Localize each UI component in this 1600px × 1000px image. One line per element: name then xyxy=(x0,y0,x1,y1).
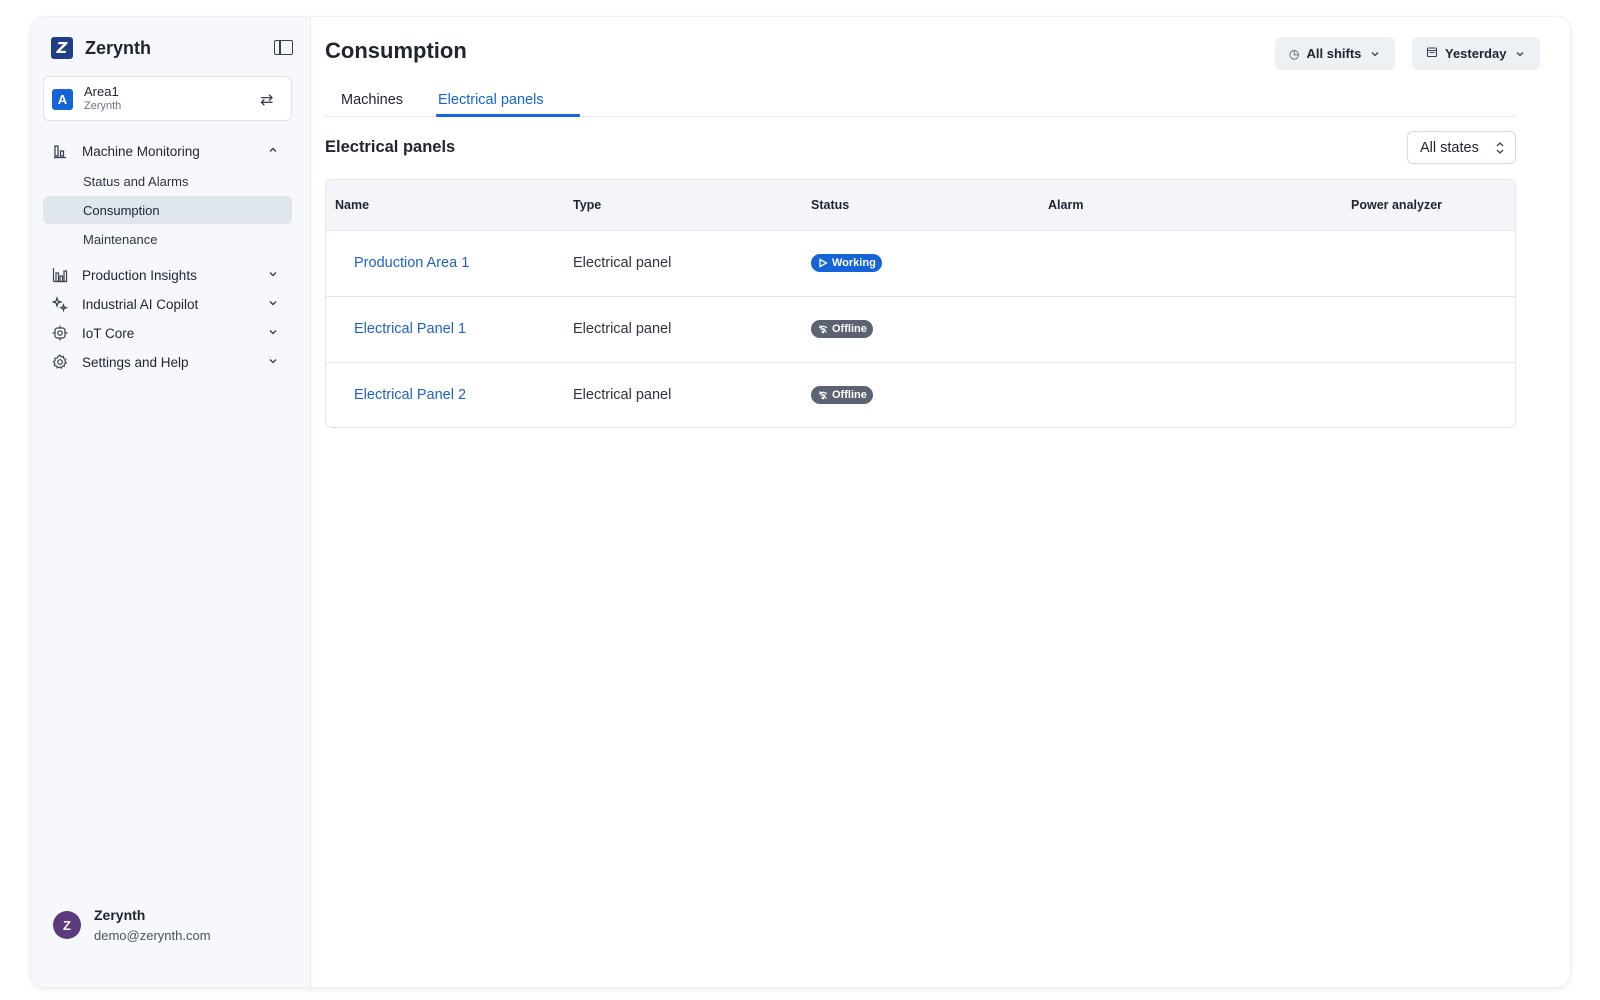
play-icon xyxy=(819,258,828,268)
column-header-status[interactable]: Status xyxy=(811,198,849,212)
column-header-power-analyzer[interactable]: Power analyzer xyxy=(1351,198,1442,212)
nav-machine-monitoring[interactable]: Machine Monitoring xyxy=(43,138,292,164)
column-header-name[interactable]: Name xyxy=(335,198,369,212)
nav-item-label: Consumption xyxy=(83,203,160,218)
chevron-down-icon[interactable] xyxy=(266,325,280,339)
nav-item-maintenance[interactable]: Maintenance xyxy=(43,225,292,253)
column-header-alarm[interactable]: Alarm xyxy=(1048,198,1083,212)
shift-filter-button[interactable]: ◷ All shifts xyxy=(1275,37,1396,70)
table-row[interactable]: Electrical Panel 2 Electrical panel Offl… xyxy=(326,363,1515,427)
state-filter-value: All states xyxy=(1420,140,1479,156)
clock-icon: ◷ xyxy=(1289,46,1300,61)
nav-label: Industrial AI Copilot xyxy=(82,296,199,312)
page-title: Consumption xyxy=(325,38,467,63)
brand-name: Zerynth xyxy=(85,37,152,58)
section-title: Electrical panels xyxy=(325,138,456,156)
status-badge: Offline xyxy=(811,320,873,338)
panel-name-link[interactable]: Electrical Panel 2 xyxy=(354,387,466,403)
electrical-panels-table: Name Type Status Alarm Power analyzer Pr… xyxy=(325,179,1516,428)
panel-name-link[interactable]: Electrical Panel 1 xyxy=(354,321,466,337)
status-label: Offline xyxy=(832,323,867,335)
sparkles-icon xyxy=(52,296,68,312)
table-header: Name Type Status Alarm Power analyzer xyxy=(326,180,1515,231)
chevron-down-icon xyxy=(1516,51,1524,56)
nav-label: Production Insights xyxy=(82,267,197,283)
nav-settings-and-help[interactable]: Settings and Help xyxy=(43,349,292,375)
nav-production-insights[interactable]: Production Insights xyxy=(43,262,292,288)
wifi-off-icon xyxy=(818,391,828,400)
table-row[interactable]: Production Area 1 Electrical panel Worki… xyxy=(326,231,1515,297)
brand[interactable]: Z Zerynth xyxy=(51,37,291,59)
area-org: Zerynth xyxy=(84,100,122,112)
nav-item-consumption[interactable]: Consumption xyxy=(43,196,292,224)
wifi-off-icon xyxy=(818,325,828,334)
shift-filter-label: All shifts xyxy=(1306,46,1362,61)
chevron-up-down-icon xyxy=(1496,142,1504,154)
chevron-down-icon[interactable] xyxy=(266,296,280,310)
nav-item-status-and-alarms[interactable]: Status and Alarms xyxy=(43,167,292,195)
gear-icon xyxy=(52,354,68,370)
nav-item-label: Maintenance xyxy=(83,232,158,247)
table-row[interactable]: Electrical Panel 1 Electrical panel Offl… xyxy=(326,297,1515,363)
active-tab-indicator xyxy=(436,114,580,117)
status-label: Offline xyxy=(832,389,867,401)
sidebar: Z Zerynth A Area1 Zerynth ⇄ Machine Moni… xyxy=(31,17,311,987)
chevron-down-icon[interactable] xyxy=(266,267,280,281)
chevron-down-icon xyxy=(1371,51,1379,56)
nav-industrial-ai-copilot[interactable]: Industrial AI Copilot xyxy=(43,291,292,317)
user-name: Zerynth xyxy=(94,907,146,923)
panel-type: Electrical panel xyxy=(573,321,672,337)
avatar: Z xyxy=(53,911,81,939)
tab-electrical-panels[interactable]: Electrical panels xyxy=(438,92,544,108)
zerynth-logo-icon: Z xyxy=(51,37,73,59)
nav-item-label: Status and Alarms xyxy=(83,174,189,189)
app-window: Z Zerynth A Area1 Zerynth ⇄ Machine Moni… xyxy=(31,17,1570,987)
nav-label: Machine Monitoring xyxy=(82,143,200,159)
area-avatar: A xyxy=(52,89,73,110)
nav-label: IoT Core xyxy=(82,325,135,341)
main-content: Consumption ◷ All shifts Yesterday Machi… xyxy=(311,17,1570,987)
status-label: Working xyxy=(832,257,876,269)
chip-icon xyxy=(52,325,68,341)
date-filter-button[interactable]: Yesterday xyxy=(1412,37,1541,70)
panel-type: Electrical panel xyxy=(573,387,672,403)
status-badge: Offline xyxy=(811,386,873,404)
user-email: demo@zerynth.com xyxy=(94,928,211,943)
nav-iot-core[interactable]: IoT Core xyxy=(43,320,292,346)
calendar-icon xyxy=(1426,46,1438,61)
nav-label: Settings and Help xyxy=(82,354,189,370)
sidebar-toggle-icon[interactable] xyxy=(274,40,293,55)
bar-chart-icon xyxy=(52,143,68,159)
area-name: Area1 xyxy=(84,84,119,99)
area-switcher[interactable]: A Area1 Zerynth ⇄ xyxy=(43,76,292,121)
chevron-up-icon[interactable] xyxy=(266,143,280,157)
tab-machines[interactable]: Machines xyxy=(341,92,403,108)
date-filter-label: Yesterday xyxy=(1445,46,1507,61)
switch-arrows-icon[interactable]: ⇄ xyxy=(260,90,273,109)
user-profile[interactable]: Z Zerynth demo@zerynth.com xyxy=(51,907,291,947)
panel-name-link[interactable]: Production Area 1 xyxy=(354,255,469,271)
column-header-type[interactable]: Type xyxy=(573,198,601,212)
panel-type: Electrical panel xyxy=(573,255,672,271)
factory-chart-icon xyxy=(52,267,68,283)
status-badge: Working xyxy=(811,254,882,272)
tab-bar: Machines Electrical panels xyxy=(325,86,1515,117)
chevron-down-icon[interactable] xyxy=(266,354,280,368)
state-filter-select[interactable]: All states xyxy=(1407,131,1516,164)
